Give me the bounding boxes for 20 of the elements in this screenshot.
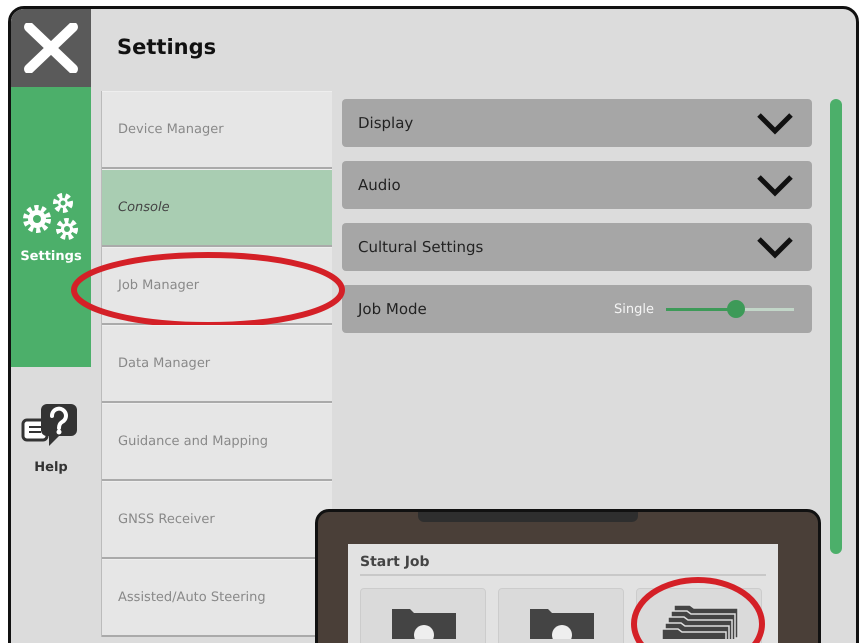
job-tile[interactable] (360, 588, 486, 643)
menu-item[interactable]: Data Manager (102, 325, 332, 403)
row-label: Job Mode (358, 300, 427, 318)
settings-rail-button[interactable]: Settings (11, 87, 91, 367)
dialog-title: Start Job (360, 554, 766, 576)
settings-row[interactable]: Cultural Settings (342, 223, 812, 271)
settings-row[interactable]: Display (342, 99, 812, 147)
job-mode-toggle[interactable]: Single (614, 302, 794, 316)
close-button[interactable] (11, 9, 91, 87)
menu-item[interactable]: Console (102, 169, 332, 247)
close-icon (23, 23, 79, 73)
menu-item[interactable]: Device Manager (102, 91, 332, 169)
scrollbar-thumb[interactable] (830, 99, 842, 554)
settings-row[interactable]: Audio (342, 161, 812, 209)
slider-thumb[interactable] (727, 300, 746, 318)
job-tile[interactable] (498, 588, 624, 643)
job-tile[interactable] (636, 588, 762, 643)
menu-item[interactable]: Guidance and Mapping (102, 403, 332, 481)
page-title: Settings (117, 35, 218, 61)
menu-item[interactable]: GNSS Receiver (102, 481, 332, 559)
